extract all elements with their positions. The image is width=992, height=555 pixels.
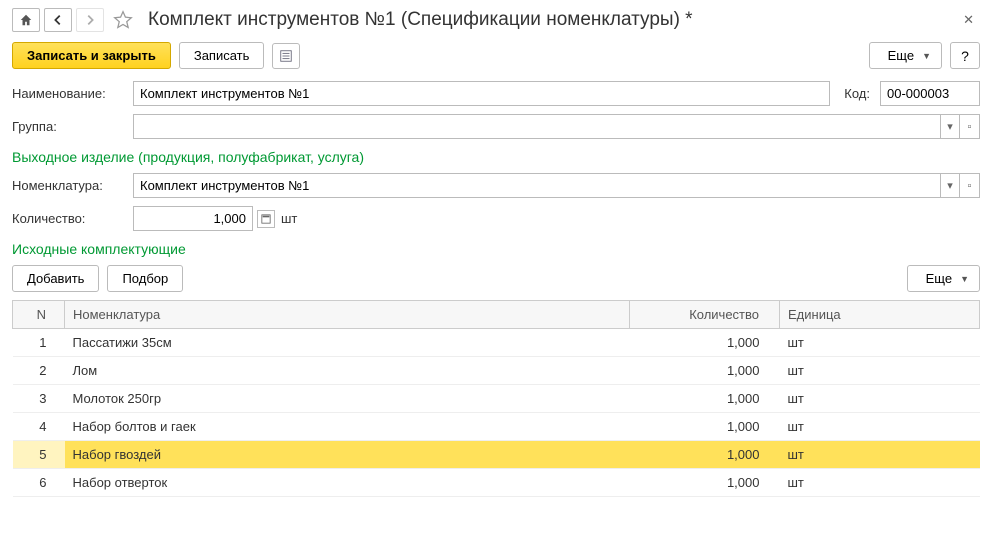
table-more-label: Еще — [926, 271, 952, 286]
cell-n[interactable]: 2 — [13, 357, 65, 385]
table-row[interactable]: 4Набор болтов и гаек1,000шт — [13, 413, 980, 441]
close-button[interactable]: ✕ — [957, 12, 980, 28]
help-button[interactable]: ? — [950, 42, 980, 69]
table-row[interactable]: 1Пассатижи 35см1,000шт — [13, 329, 980, 357]
quantity-unit: шт — [281, 211, 297, 226]
cell-n[interactable]: 4 — [13, 413, 65, 441]
header-nomenclature[interactable]: Номенклатура — [65, 301, 630, 329]
calculator-icon — [261, 214, 271, 224]
name-label: Наименование: — [12, 86, 127, 101]
table-row[interactable]: 6Набор отверток1,000шт — [13, 469, 980, 497]
components-table: N Номенклатура Количество Единица 1Пасса… — [12, 300, 980, 497]
title-bar: Комплект инструментов №1 (Спецификации н… — [12, 8, 980, 32]
code-label: Код: — [844, 86, 870, 101]
group-open-button[interactable]: ▫ — [960, 114, 980, 139]
header-n[interactable]: N — [13, 301, 65, 329]
cell-quantity[interactable]: 1,000 — [630, 441, 780, 469]
cell-nomenclature[interactable]: Набор гвоздей — [65, 441, 630, 469]
cell-unit[interactable]: шт — [780, 441, 980, 469]
group-label: Группа: — [12, 119, 127, 134]
cell-nomenclature[interactable]: Набор отверток — [65, 469, 630, 497]
group-input[interactable] — [133, 114, 940, 139]
quantity-row: Количество: шт — [12, 206, 980, 231]
cell-unit[interactable]: шт — [780, 469, 980, 497]
open-icon: ▫ — [968, 121, 972, 133]
cell-n[interactable]: 3 — [13, 385, 65, 413]
arrow-left-icon — [51, 13, 65, 27]
cell-n[interactable]: 1 — [13, 329, 65, 357]
name-input[interactable] — [133, 81, 830, 106]
quantity-label: Количество: — [12, 211, 127, 226]
add-button[interactable]: Добавить — [12, 265, 99, 292]
cell-n[interactable]: 6 — [13, 469, 65, 497]
nomenclature-label: Номенклатура: — [12, 178, 127, 193]
output-section-title: Выходное изделие (продукция, полуфабрика… — [12, 149, 980, 165]
name-row: Наименование: Код: — [12, 81, 980, 106]
window-title: Комплект инструментов №1 (Спецификации н… — [148, 9, 953, 31]
table-toolbar: Добавить Подбор Еще ▼ — [12, 265, 980, 292]
header-quantity[interactable]: Количество — [630, 301, 780, 329]
code-input[interactable] — [880, 81, 980, 106]
save-and-close-button[interactable]: Записать и закрыть — [12, 42, 171, 69]
more-button[interactable]: Еще ▼ — [869, 42, 942, 69]
cell-unit[interactable]: шт — [780, 413, 980, 441]
back-button[interactable] — [44, 8, 72, 32]
home-button[interactable] — [12, 8, 40, 32]
chevron-down-icon: ▼ — [960, 274, 969, 284]
cell-nomenclature[interactable]: Набор болтов и гаек — [65, 413, 630, 441]
home-icon — [19, 13, 33, 27]
cell-unit[interactable]: шт — [780, 329, 980, 357]
nomenclature-open-button[interactable]: ▫ — [960, 173, 980, 198]
cell-quantity[interactable]: 1,000 — [630, 329, 780, 357]
favorite-button[interactable] — [112, 9, 134, 31]
cell-nomenclature[interactable]: Пассатижи 35см — [65, 329, 630, 357]
nomenclature-row: Номенклатура: ▾ ▫ — [12, 173, 980, 198]
cell-quantity[interactable]: 1,000 — [630, 469, 780, 497]
cell-nomenclature[interactable]: Лом — [65, 357, 630, 385]
open-icon: ▫ — [968, 180, 972, 192]
cell-quantity[interactable]: 1,000 — [630, 385, 780, 413]
main-toolbar: Записать и закрыть Записать Еще ▼ ? — [12, 42, 980, 69]
cell-unit[interactable]: шт — [780, 385, 980, 413]
table-row[interactable]: 3Молоток 250гр1,000шт — [13, 385, 980, 413]
save-button[interactable]: Записать — [179, 42, 265, 69]
header-unit[interactable]: Единица — [780, 301, 980, 329]
chevron-down-icon: ▼ — [922, 51, 931, 61]
table-row[interactable]: 5Набор гвоздей1,000шт — [13, 441, 980, 469]
table-header-row: N Номенклатура Количество Единица — [13, 301, 980, 329]
nomenclature-input[interactable] — [133, 173, 940, 198]
calculator-button[interactable] — [257, 210, 275, 228]
components-section-title: Исходные комплектующие — [12, 241, 980, 257]
nomenclature-dropdown-button[interactable]: ▾ — [940, 173, 960, 198]
chevron-down-icon: ▾ — [947, 120, 953, 133]
quantity-input[interactable] — [133, 206, 253, 231]
cell-quantity[interactable]: 1,000 — [630, 357, 780, 385]
cell-unit[interactable]: шт — [780, 357, 980, 385]
chevron-down-icon: ▾ — [947, 179, 953, 192]
star-icon — [113, 10, 133, 30]
group-row: Группа: ▾ ▫ — [12, 114, 980, 139]
group-dropdown-button[interactable]: ▾ — [940, 114, 960, 139]
cell-quantity[interactable]: 1,000 — [630, 413, 780, 441]
pick-button[interactable]: Подбор — [107, 265, 183, 292]
table-row[interactable]: 2Лом1,000шт — [13, 357, 980, 385]
table-more-button[interactable]: Еще ▼ — [907, 265, 980, 292]
report-button[interactable] — [272, 43, 300, 69]
cell-n[interactable]: 5 — [13, 441, 65, 469]
cell-nomenclature[interactable]: Молоток 250гр — [65, 385, 630, 413]
more-label: Еще — [888, 48, 914, 63]
arrow-right-icon — [83, 13, 97, 27]
forward-button[interactable] — [76, 8, 104, 32]
list-icon — [279, 49, 293, 63]
